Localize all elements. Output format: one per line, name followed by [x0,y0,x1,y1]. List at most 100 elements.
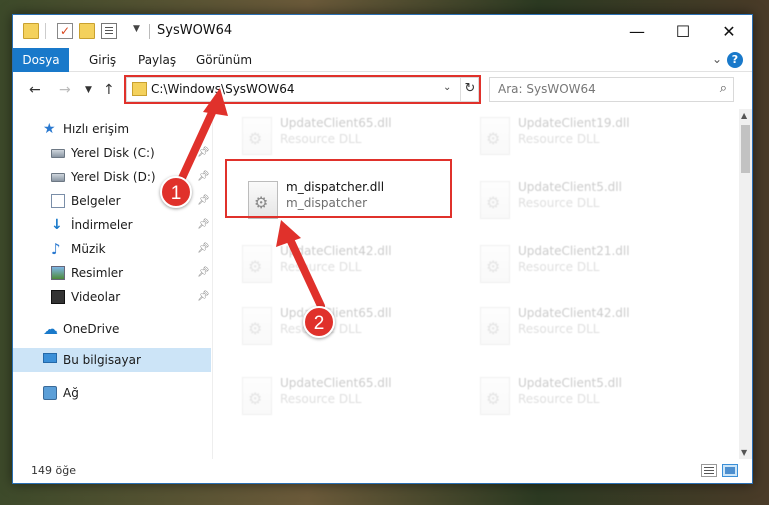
pin-icon[interactable]: 📌︎ [197,285,210,309]
forward-arrow-icon[interactable]: → [59,82,71,98]
onedrive-icon: ☁ [43,320,58,338]
back-arrow-icon[interactable]: ← [29,82,41,98]
disk-icon [51,149,65,158]
file-name: UpdateClient65.dll [280,116,392,130]
star-icon: ★ [43,121,56,137]
sidebar-item-label: Resimler [71,266,124,280]
sidebar-item-label: Hızlı erişim [63,122,130,136]
sidebar-item-pictures[interactable]: Resimler 📌︎ [13,261,211,285]
file-type: Resource DLL [518,132,600,146]
file-item[interactable]: UpdateClient5.dll Resource DLL [474,175,694,227]
details-view-icon[interactable] [701,464,717,477]
sidebar-item-network[interactable]: Ağ [13,381,211,405]
sidebar-item-quick-access[interactable]: ★ Hızlı erişim [13,117,211,141]
callout-step-1: 1 [160,176,192,208]
sidebar-item-label: Belgeler [71,194,121,208]
scroll-down-icon[interactable]: ▼ [741,448,747,457]
new-folder-icon[interactable] [79,23,95,39]
documents-icon [51,194,65,208]
properties-check-icon[interactable]: ✓ [57,23,73,39]
dll-file-icon [480,307,510,345]
tab-file[interactable]: Dosya [13,48,69,72]
properties-icon[interactable] [101,23,117,39]
dll-file-icon [480,117,510,155]
dll-file-icon [480,245,510,283]
sidebar-item-label: Yerel Disk (D:) [71,170,156,184]
search-box[interactable]: Ara: SysWOW64 ⌕ [489,77,734,102]
search-icon[interactable]: ⌕ [720,81,727,96]
search-placeholder[interactable]: Ara: SysWOW64 [498,82,596,96]
dll-file-icon [242,377,272,415]
quick-access-dropdown-icon[interactable]: ▼ [133,24,140,34]
file-name: UpdateClient65.dll [280,306,392,320]
tab-home[interactable]: Giriş [89,48,116,72]
title-bar: ✓ ▼ SysWOW64 — ☐ ✕ [13,15,752,48]
recent-locations-chevron-icon[interactable]: ▼ [85,85,92,95]
pin-icon[interactable]: 📌︎ [197,165,210,189]
music-icon: ♪ [51,240,61,258]
sidebar-item-label: Müzik [71,242,106,256]
file-type: Resource DLL [280,392,362,406]
file-name: UpdateClient65.dll [280,376,392,390]
sidebar-item-label: Videolar [71,290,121,304]
tab-view[interactable]: Görünüm [196,48,252,72]
dll-file-icon [480,181,510,219]
file-item[interactable]: UpdateClient65.dll Resource DLL [236,111,456,163]
sidebar-item-label: Yerel Disk (C:) [71,146,155,160]
toolbar-separator [45,23,46,39]
file-type: Resource DLL [518,322,600,336]
file-item[interactable]: UpdateClient65.dll Resource DLL [236,301,456,353]
sidebar-item-label: Bu bilgisayar [63,353,141,367]
file-item[interactable]: UpdateClient42.dll Resource DLL [474,301,694,353]
large-icons-view-icon[interactable] [722,464,738,477]
pictures-icon [51,266,65,280]
title-separator [149,24,150,39]
file-type: Resource DLL [518,260,600,274]
callout-step-2: 2 [303,306,335,338]
ribbon-expand-chevron-icon[interactable]: ⌄ [712,52,722,66]
ribbon-tabs: Dosya Giriş Paylaş Görünüm ⌄ ? [13,48,752,72]
videos-icon [51,290,65,304]
sidebar-item-onedrive[interactable]: ☁ OneDrive [13,317,211,341]
pin-icon[interactable]: 📌︎ [197,141,210,165]
pin-icon[interactable]: 📌︎ [197,189,210,213]
file-name: UpdateClient5.dll [518,180,622,194]
minimize-button[interactable]: — [614,15,660,48]
tab-share[interactable]: Paylaş [138,48,176,72]
sidebar-item-videos[interactable]: Videolar 📌︎ [13,285,211,309]
pin-icon[interactable]: 📌︎ [197,213,210,237]
sidebar-item-local-disk-c[interactable]: Yerel Disk (C:) 📌︎ [13,141,211,165]
file-item[interactable]: UpdateClient42.dll Resource DLL [236,239,456,291]
file-item[interactable]: UpdateClient21.dll Resource DLL [474,239,694,291]
sidebar-item-this-pc[interactable]: Bu bilgisayar [13,348,211,372]
disk-icon [51,173,65,182]
file-item[interactable]: UpdateClient65.dll Resource DLL [236,371,456,423]
file-type: Resource DLL [280,132,362,146]
pin-icon[interactable]: 📌︎ [197,261,210,285]
sidebar-item-downloads[interactable]: ↓ İndirmeler 📌︎ [13,213,211,237]
folder-icon[interactable] [23,23,39,39]
file-item[interactable]: UpdateClient5.dll Resource DLL [474,371,694,423]
file-item[interactable]: UpdateClient19.dll Resource DLL [474,111,694,163]
sidebar-item-music[interactable]: ♪ Müzik 📌︎ [13,237,211,261]
window-title: SysWOW64 [157,23,233,38]
explorer-window: ✓ ▼ SysWOW64 — ☐ ✕ Dosya Giriş Paylaş Gö… [12,14,753,484]
sidebar-item-label: OneDrive [63,322,120,336]
file-type: Resource DLL [518,392,600,406]
pin-icon[interactable]: 📌︎ [197,237,210,261]
sidebar-item-label: Ağ [63,386,79,400]
address-highlight-box [124,75,481,104]
file-name: UpdateClient19.dll [518,116,630,130]
up-arrow-icon[interactable]: ↑ [103,82,115,98]
scroll-up-icon[interactable]: ▲ [741,111,747,120]
scrollbar-thumb[interactable] [741,125,750,173]
help-icon[interactable]: ? [727,52,743,68]
dll-file-icon [242,245,272,283]
downloads-icon: ↓ [51,217,63,233]
vertical-scrollbar[interactable]: ▲ ▼ [739,109,752,459]
navigation-pane: ★ Hızlı erişim Yerel Disk (C:) 📌︎ Yerel … [13,109,213,459]
maximize-button[interactable]: ☐ [660,15,706,48]
this-pc-icon [43,353,57,363]
file-name: UpdateClient42.dll [518,306,630,320]
close-button[interactable]: ✕ [706,15,752,48]
